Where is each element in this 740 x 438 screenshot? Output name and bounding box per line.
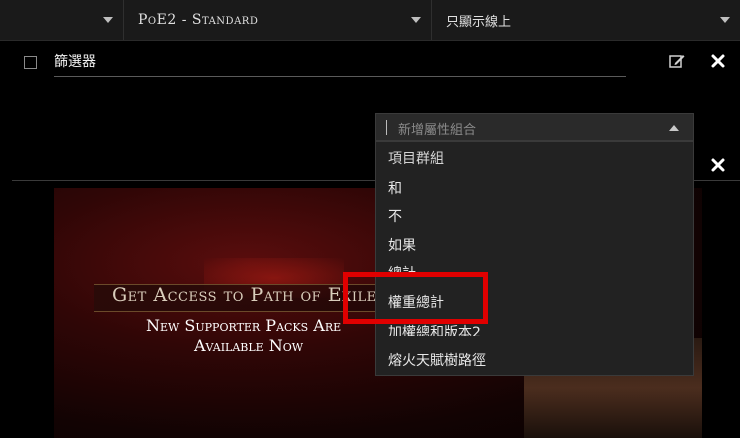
close-icon[interactable] bbox=[710, 157, 726, 173]
filter-row: 篩選器 bbox=[0, 44, 740, 80]
option-passive-tree-path[interactable]: 熔火天賦樹路徑 bbox=[388, 350, 486, 370]
league-value: PoE2 - Standard bbox=[138, 12, 259, 28]
filter-title[interactable]: 篩選器 bbox=[54, 51, 96, 71]
chevron-down-icon bbox=[720, 17, 730, 23]
filter-enable-checkbox[interactable] bbox=[24, 56, 37, 69]
stat-group-options: 項目群組 和 不 如果 總計 權重總計 加權總和版本2 熔火天賦樹路徑 bbox=[375, 141, 694, 376]
option-and[interactable]: 和 bbox=[388, 178, 402, 198]
banner-subline-2: Available Now bbox=[194, 336, 304, 355]
add-stat-group-select[interactable]: 新增屬性組合 bbox=[375, 113, 694, 141]
annotation-highlight-box bbox=[343, 272, 488, 324]
online-status-value: 只顯示線上 bbox=[446, 14, 512, 30]
chevron-up-icon bbox=[669, 125, 679, 131]
banner-subline-1: New Supporter Packs Are bbox=[146, 316, 342, 335]
text-cursor bbox=[386, 120, 387, 135]
banner-headline: Get Access to Path of Exile bbox=[112, 284, 377, 306]
online-status-select[interactable]: 只顯示線上 bbox=[432, 0, 740, 40]
option-if[interactable]: 如果 bbox=[388, 235, 416, 255]
league-prefix-select[interactable] bbox=[0, 0, 124, 40]
top-bar: PoE2 - Standard 只顯示線上 bbox=[0, 0, 740, 41]
option-not[interactable]: 不 bbox=[388, 206, 402, 226]
filter-title-underline bbox=[54, 76, 626, 77]
close-icon[interactable] bbox=[710, 53, 726, 69]
chevron-down-icon bbox=[411, 17, 421, 23]
add-stat-group-placeholder: 新增屬性組合 bbox=[398, 123, 477, 138]
option-item-group[interactable]: 項目群組 bbox=[388, 148, 444, 168]
league-select[interactable]: PoE2 - Standard bbox=[124, 0, 432, 40]
edit-icon[interactable] bbox=[668, 52, 686, 70]
chevron-down-icon bbox=[103, 17, 113, 23]
option-weighted-sum-v2[interactable]: 加權總和版本2 bbox=[388, 322, 481, 336]
